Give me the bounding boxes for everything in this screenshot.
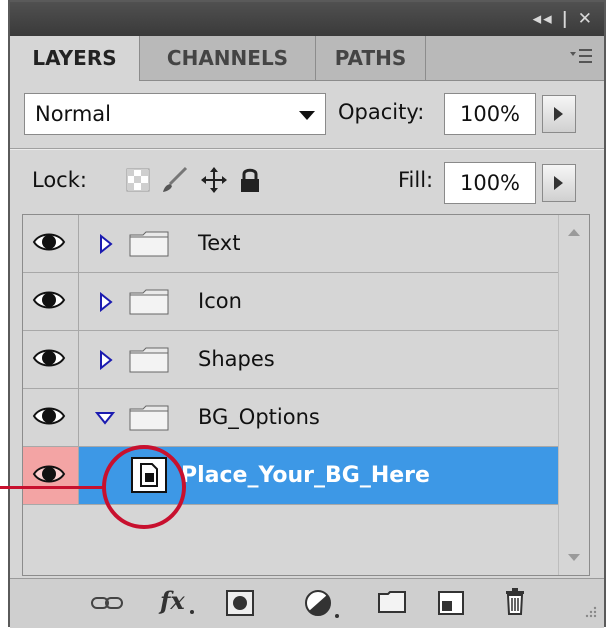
folder-icon <box>129 231 169 257</box>
layers-scrollbar[interactable] <box>558 215 589 575</box>
layer-row-icon[interactable]: Icon <box>23 273 559 331</box>
svg-text:fx: fx <box>158 586 185 615</box>
eye-icon <box>32 291 66 309</box>
eye-icon <box>32 349 66 367</box>
expand-triangle-icon[interactable] <box>99 234 113 254</box>
layer-name: Shapes <box>198 347 275 371</box>
fill-label: Fill: <box>398 168 434 192</box>
folder-icon <box>129 347 169 373</box>
visibility-toggle[interactable] <box>23 447 79 504</box>
opacity-slider-button[interactable] <box>542 95 576 133</box>
layers-panel: ◂◂ | ✕ LAYERS CHANNELS PATHS Normal Opac… <box>8 0 606 628</box>
callout-circle <box>102 445 186 529</box>
layer-name: Place_Your_BG_Here <box>181 463 430 488</box>
eye-icon <box>32 407 66 425</box>
opacity-label: Opacity: <box>338 100 425 124</box>
tab-paths[interactable]: PATHS <box>316 36 426 80</box>
divider <box>10 148 604 150</box>
link-icon[interactable] <box>90 595 124 615</box>
lock-transparent-icon[interactable] <box>126 168 150 196</box>
visibility-toggle[interactable] <box>23 215 79 272</box>
folder-icon <box>129 289 169 315</box>
panel-window-controls[interactable]: ◂◂ | ✕ <box>533 9 594 29</box>
callout-line <box>0 486 104 489</box>
new-layer-icon[interactable] <box>438 591 464 619</box>
tab-channels[interactable]: CHANNELS <box>140 36 316 80</box>
scroll-down-icon[interactable] <box>568 554 580 561</box>
blend-mode-value: Normal <box>35 102 111 126</box>
blend-mode-select[interactable]: Normal <box>24 93 326 135</box>
chevron-down-icon <box>299 111 315 120</box>
layers-list: Text Icon Shapes BG_Options Place_Your_B… <box>22 214 590 576</box>
panel-tabs: LAYERS CHANNELS PATHS <box>10 36 604 81</box>
trash-icon[interactable] <box>504 587 526 619</box>
lock-all-icon[interactable] <box>238 166 262 198</box>
expand-triangle-icon[interactable] <box>99 292 113 312</box>
opacity-field[interactable]: 100% <box>444 93 536 135</box>
eye-icon <box>32 233 66 251</box>
fill-slider-button[interactable] <box>542 164 576 202</box>
visibility-toggle[interactable] <box>23 331 79 388</box>
play-triangle-icon <box>554 107 563 121</box>
layer-name: BG_Options <box>198 405 320 429</box>
scroll-up-icon[interactable] <box>568 229 580 236</box>
layer-name: Icon <box>198 289 242 313</box>
layers-bottom-toolbar: fx <box>10 578 604 628</box>
fx-icon[interactable]: fx <box>158 585 198 621</box>
lock-image-icon[interactable] <box>160 166 188 198</box>
adjustment-icon[interactable] <box>304 589 342 623</box>
layer-name: Text <box>198 231 241 255</box>
blend-row: Normal Opacity: 100% <box>10 86 604 142</box>
visibility-toggle[interactable] <box>23 389 79 446</box>
lock-label: Lock: <box>32 168 87 192</box>
expand-triangle-icon[interactable] <box>99 350 113 370</box>
fill-field[interactable]: 100% <box>444 162 536 204</box>
folder-icon <box>129 405 169 431</box>
folder-icon[interactable] <box>378 591 406 617</box>
play-triangle-icon <box>554 176 563 190</box>
layer-row-text[interactable]: Text <box>23 215 559 273</box>
collapse-triangle-icon[interactable] <box>95 411 115 425</box>
layer-row-bg-options[interactable]: BG_Options <box>23 389 559 447</box>
visibility-toggle[interactable] <box>23 273 79 330</box>
panel-titlebar: ◂◂ | ✕ <box>10 2 604 36</box>
resize-grip-icon[interactable] <box>582 605 598 625</box>
eye-icon <box>32 465 66 483</box>
panel-menu-icon[interactable] <box>568 46 594 71</box>
mask-icon[interactable] <box>226 590 254 620</box>
layer-row-shapes[interactable]: Shapes <box>23 331 559 389</box>
tab-layers[interactable]: LAYERS <box>10 36 140 81</box>
lock-position-icon[interactable] <box>200 166 228 198</box>
